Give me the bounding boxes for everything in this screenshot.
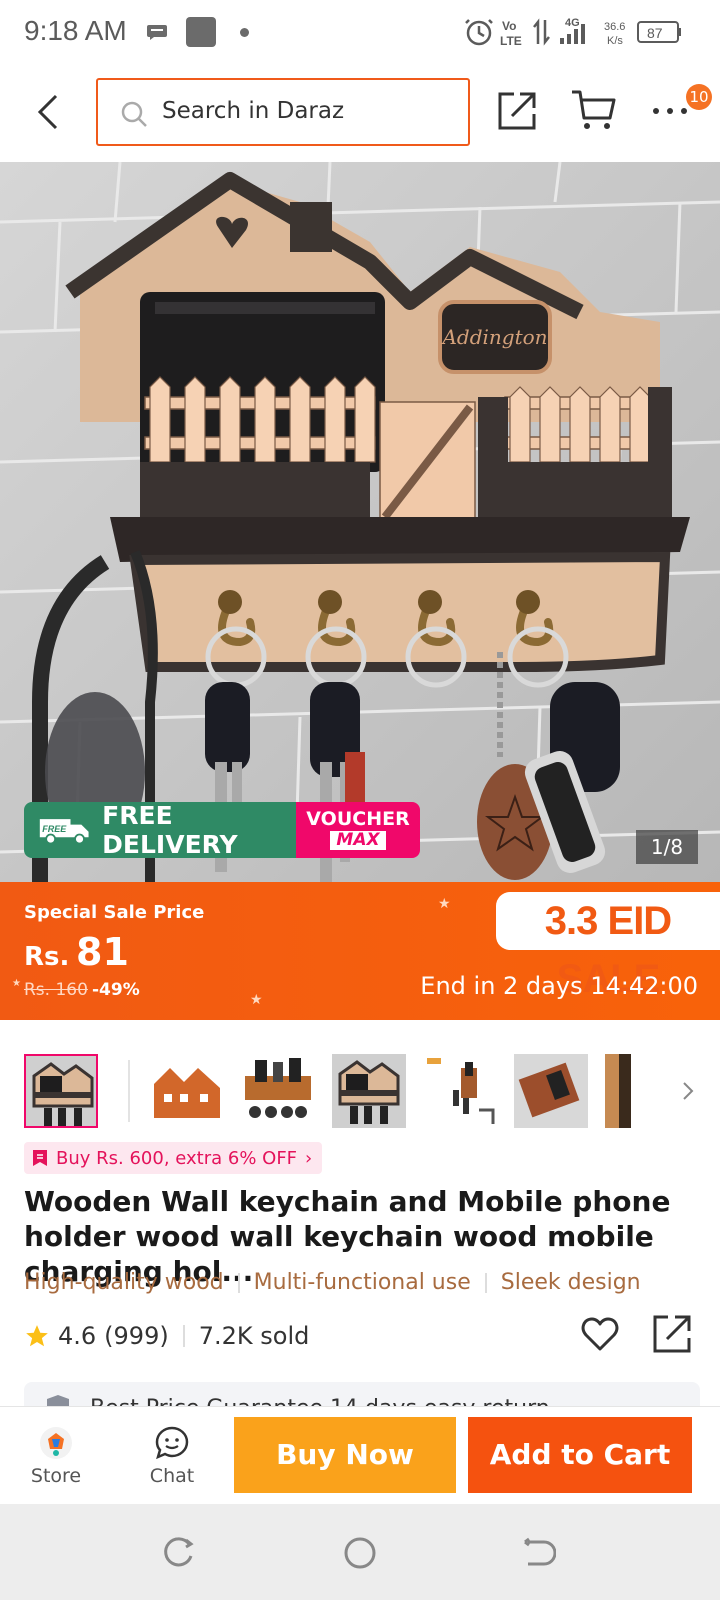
status-time: 9:18 AM — [24, 15, 127, 46]
feature-divider — [484, 1272, 487, 1293]
battery-icon: 87 — [637, 21, 681, 43]
chat-icon — [155, 1426, 189, 1460]
volte-label-2: LTE — [500, 34, 522, 48]
sale-price-banner: ★ ★ ★ Special Sale Price Rs. 81 Rs. 160 … — [0, 882, 720, 1020]
message-icon — [147, 25, 167, 40]
net-speed: 36.6 — [604, 21, 625, 33]
svg-text:FREE: FREE — [42, 824, 67, 834]
free-delivery-badge: FREE FREE DELIVERY — [24, 802, 296, 858]
sold-count: 7.2K sold — [198, 1322, 310, 1350]
sparkle-icon: ★ — [12, 978, 21, 989]
sparkle-icon: ★ — [438, 896, 451, 912]
net-speed-unit: K/s — [607, 35, 623, 47]
volte-label: Vo — [502, 19, 516, 33]
recent-apps-icon[interactable] — [162, 1536, 196, 1570]
back-icon[interactable] — [30, 90, 66, 134]
thumbnail-strip[interactable] — [24, 1054, 704, 1130]
store-label: Store — [30, 1465, 82, 1487]
chevron-right-icon: › — [305, 1147, 313, 1169]
thumbnail-7[interactable] — [605, 1054, 631, 1128]
feature-tag: Sleek design — [500, 1270, 641, 1295]
voucher-label: VOUCHER — [306, 808, 410, 830]
chat-label: Chat — [149, 1465, 195, 1487]
thumbnail-4[interactable] — [332, 1054, 406, 1128]
promo-banner: FREE FREE DELIVERY VOUCHER MAX — [24, 802, 420, 858]
sale-countdown: End in 2 days 14:42:00 — [420, 972, 698, 1000]
more-options-icon[interactable] — [652, 94, 688, 128]
back-nav-icon[interactable] — [522, 1536, 556, 1570]
sparkle-icon: ★ — [250, 992, 263, 1008]
top-navigation-bar: Search in Daraz 10 — [0, 64, 720, 162]
network-type: 4G — [565, 17, 580, 29]
delivery-truck-icon: FREE — [39, 819, 89, 845]
product-details: Buy Rs. 600, extra 6% OFF › Wooden Wall … — [0, 1020, 720, 1422]
buy-now-button[interactable]: Buy Now — [234, 1417, 456, 1493]
more-notifications-dot — [240, 28, 249, 37]
sale-price: 81 — [76, 930, 129, 974]
thumbnail-3[interactable] — [241, 1054, 315, 1128]
coupon-icon — [33, 1150, 47, 1166]
status-bar: 9:18 AM Vo LTE 4G 36.6 K/s 87 — [0, 0, 720, 64]
share-icon[interactable] — [496, 90, 538, 132]
cart-badge: 10 — [686, 84, 712, 110]
store-button[interactable]: Store — [28, 1425, 84, 1487]
home-icon[interactable] — [343, 1536, 377, 1570]
thumbnail-divider — [128, 1060, 130, 1122]
product-image-gallery[interactable]: Addington 1/8 — [0, 162, 720, 882]
rating-row[interactable]: 4.6 (999) 7.2K sold — [24, 1322, 309, 1350]
data-arrows-icon — [533, 18, 550, 46]
feature-tags: High-quality wood Multi-functional use S… — [24, 1270, 641, 1295]
star-icon — [26, 1325, 48, 1347]
cart-icon[interactable] — [570, 88, 618, 132]
chat-button[interactable]: Chat — [144, 1425, 200, 1487]
campaign-badge: 3.3 EID SALE — [496, 892, 720, 1001]
free-delivery-label: FREE DELIVERY — [102, 802, 238, 858]
coupon-label: Buy Rs. 600, extra 6% OFF — [56, 1147, 298, 1169]
svg-text:87: 87 — [647, 25, 663, 41]
original-price: Rs. 160 — [24, 980, 88, 1000]
voucher-max-badge: VOUCHER MAX — [296, 802, 420, 858]
coupon-offer[interactable]: Buy Rs. 600, extra 6% OFF › — [24, 1142, 323, 1174]
product-photo: Addington — [0, 162, 720, 882]
share-icon[interactable] — [652, 1314, 692, 1354]
image-page-indicator: 1/8 — [636, 830, 698, 864]
search-icon — [121, 101, 147, 127]
voucher-max-label: MAX — [330, 831, 386, 850]
thumbnail-1[interactable] — [24, 1054, 98, 1128]
search-input[interactable]: Search in Daraz — [96, 78, 470, 146]
feature-tag: High-quality wood — [24, 1270, 224, 1295]
feature-tag: Multi-functional use — [253, 1270, 471, 1295]
notification-icon — [186, 17, 216, 47]
sign-text: Addington — [440, 325, 547, 349]
rating-count: (999) — [104, 1322, 169, 1350]
thumbnail-2[interactable] — [150, 1054, 224, 1128]
feature-divider — [237, 1272, 240, 1293]
price-currency: Rs. — [24, 942, 70, 972]
rating-value: 4.6 — [58, 1322, 97, 1350]
bottom-action-bar: Store Chat Buy Now Add to Cart — [0, 1406, 720, 1504]
search-placeholder: Search in Daraz — [162, 98, 345, 124]
status-icons: Vo LTE 4G 36.6 K/s 87 — [465, 17, 681, 48]
chevron-right-icon[interactable] — [678, 1078, 698, 1104]
store-icon — [40, 1427, 72, 1459]
special-sale-label: Special Sale Price — [24, 902, 205, 923]
rating-divider — [182, 1325, 185, 1347]
system-navigation-bar — [0, 1504, 720, 1600]
thumbnail-5[interactable] — [423, 1054, 497, 1128]
thumbnail-6[interactable] — [514, 1054, 588, 1128]
discount-percent: -49% — [92, 980, 140, 1000]
add-to-cart-button[interactable]: Add to Cart — [468, 1417, 692, 1493]
wishlist-heart-icon[interactable] — [580, 1314, 620, 1354]
alarm-icon — [465, 19, 493, 46]
